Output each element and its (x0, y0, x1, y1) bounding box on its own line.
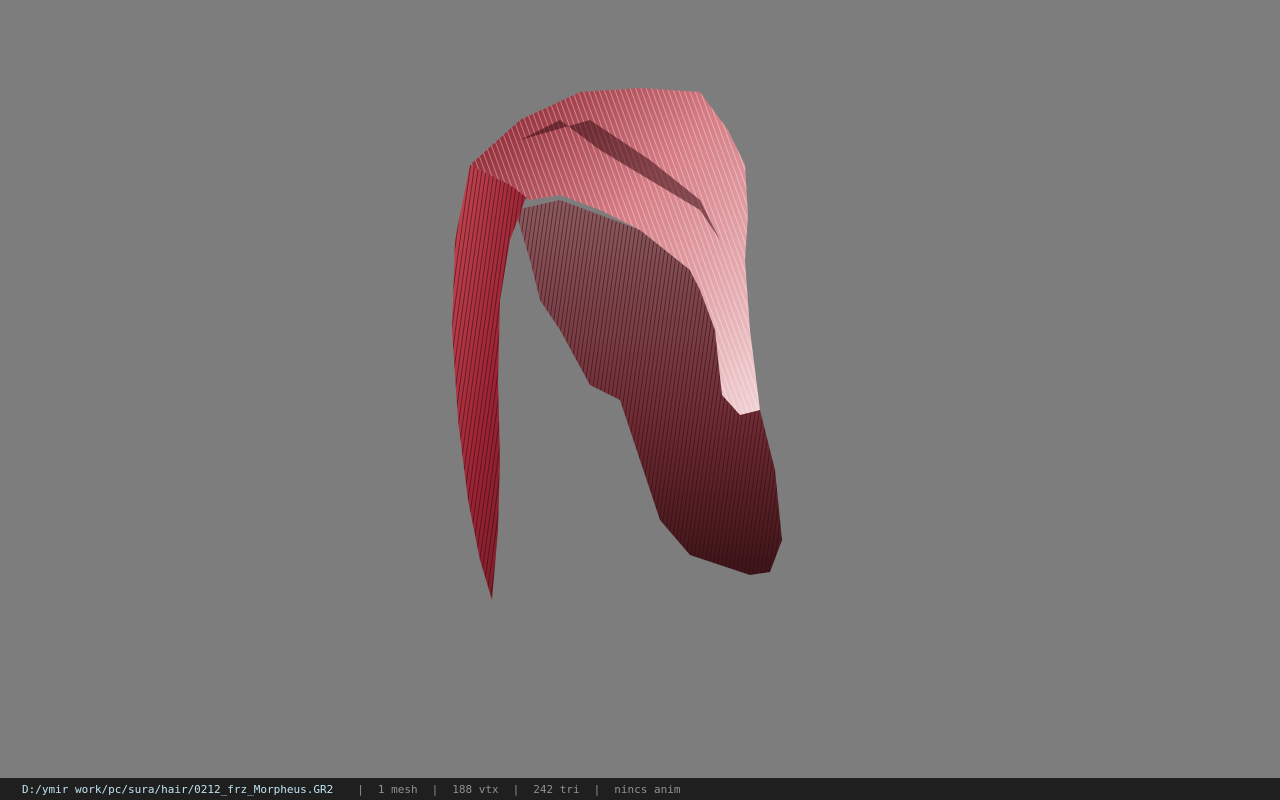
file-path: D:/ymir work/pc/sura/hair/0212_frz_Morph… (22, 782, 334, 796)
separator: | (357, 782, 364, 796)
animation-status: nincs anim (614, 782, 681, 796)
3d-viewport[interactable] (0, 0, 1280, 778)
hair-model-render (452, 88, 782, 600)
separator: | (431, 782, 439, 796)
status-bar: D:/ymir work/pc/sura/hair/0212_frz_Morph… (0, 778, 1280, 800)
mesh-count: 1 mesh (377, 782, 418, 796)
triangle-count: 242 tri (533, 782, 580, 796)
separator: | (512, 782, 520, 796)
vertex-count: 188 vtx (452, 782, 499, 796)
separator: | (593, 782, 601, 796)
